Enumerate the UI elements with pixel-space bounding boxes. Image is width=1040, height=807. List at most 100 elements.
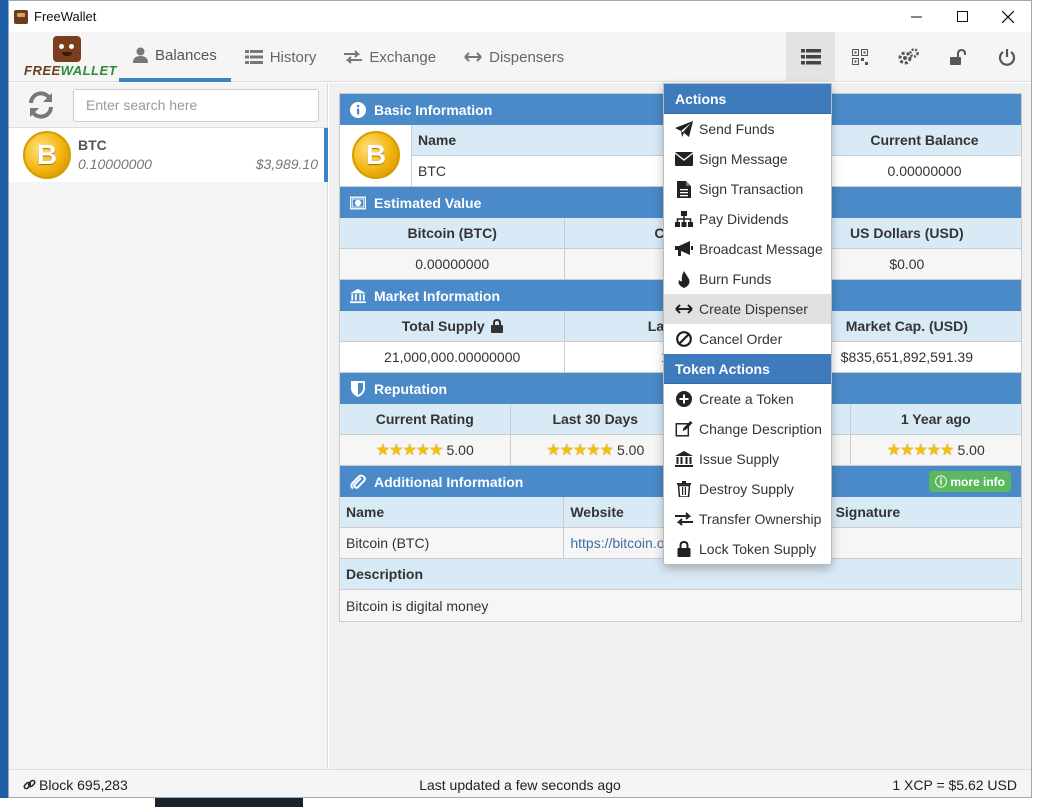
one-year-ago-value: ★★★★★ 5.00 [850,435,1021,466]
search-input[interactable] [73,88,319,122]
power-button[interactable] [982,32,1031,82]
refresh-button[interactable] [9,90,73,120]
minimize-button[interactable] [893,1,939,32]
main-navbar: FREEWALLET Balances History Exchange Dis… [9,32,1031,82]
menu-item-create-dispenser[interactable]: Create Dispenser [664,294,831,324]
bitcoin-btc-header: Bitcoin (BTC) [340,218,566,249]
wallet-app-icon [14,9,28,24]
status-bar: Block 695,283 Last updated a few seconds… [9,769,1031,797]
asset-full-name: Bitcoin (BTC) [340,528,565,559]
app-window: FreeWallet FREEWALLET Balances History E… [8,0,1032,798]
settings-button[interactable] [884,32,933,82]
last-30-days-header: Last 30 Days [510,404,681,435]
last-updated-text: Last updated a few seconds ago [419,776,621,793]
asset-quantity: 0.10000000 [78,156,152,172]
desktop-background [1032,0,1040,807]
bank-icon [350,288,366,303]
navbar-icon-group [786,32,1031,82]
menu-item-cancel-order[interactable]: Cancel Order [664,324,831,354]
refresh-icon [29,91,53,119]
user-icon [133,47,148,63]
btc-value: 0.00000000 [340,249,566,280]
menu-item-send-funds[interactable]: Send Funds [664,114,831,144]
menu-item-transfer-ownership[interactable]: Transfer Ownership [664,504,831,534]
total-supply-value: 21,000,000.00000000 [340,342,566,373]
sidebar: B BTC 0.10000000 $3,989.10 [9,83,328,769]
list-icon [800,49,821,65]
total-supply-header: Total Supply [340,311,566,342]
current-rating-header: Current Rating [340,404,511,435]
asset-name: BTC [78,137,107,153]
desktop-taskbar-fragment [0,798,1040,807]
close-icon [1002,10,1014,23]
actions-header: Actions [664,84,831,114]
description-value: Bitcoin is digital money [340,590,1021,621]
signature-header: Signature [829,497,1021,528]
envelope-icon [674,152,694,166]
power-icon [998,49,1015,66]
token-actions-header: Token Actions [664,354,831,384]
lock-icon [677,541,691,557]
exchange-icon [344,50,363,64]
menu-item-issue-supply[interactable]: Issue Supply [664,444,831,474]
qrcode-icon [851,49,868,65]
wallet-mascot-icon [53,36,81,62]
maximize-icon [956,11,968,22]
current-balance-label: Current Balance [828,125,1021,156]
tab-history[interactable]: History [231,32,331,82]
lock-icon [490,319,503,333]
bitcoin-coin-icon: B [23,131,71,179]
list-icon [244,50,263,64]
name-header: Name [340,497,565,528]
asset-list-item-btc[interactable]: B BTC 0.10000000 $3,989.10 [9,128,328,182]
bullhorn-icon [675,241,693,256]
current-balance-value: 0.00000000 [828,156,1021,187]
fire-icon [678,270,690,288]
freewallet-logo[interactable]: FREEWALLET [9,32,119,82]
plus-circle-icon [676,391,692,407]
tab-balances[interactable]: Balances [119,32,231,82]
paper-plane-icon [675,121,693,137]
menu-item-create-token[interactable]: Create a Token [664,384,831,414]
ban-icon [676,331,692,347]
menu-item-broadcast-message[interactable]: Broadcast Message [664,234,831,264]
menu-item-destroy-supply[interactable]: Destroy Supply [664,474,831,504]
menu-item-sign-transaction[interactable]: Sign Transaction [664,174,831,204]
close-window-button[interactable] [985,1,1031,32]
signature-value [829,528,1021,559]
maximize-button[interactable] [939,1,985,32]
last-30-days-value: ★★★★★ 5.00 [510,435,681,466]
more-info-button[interactable]: ⓘ more info [928,471,1011,492]
gears-icon [898,48,919,65]
minimize-icon [910,16,922,18]
menu-item-change-description[interactable]: Change Description [664,414,831,444]
xcp-price: 1 XCP = $5.62 USD [892,776,1017,793]
tab-exchange[interactable]: Exchange [330,32,450,82]
title-bar: FreeWallet [9,1,1031,32]
asset-value: $3,989.10 [255,156,318,172]
menu-item-sign-message[interactable]: Sign Message [664,144,831,174]
menu-item-burn-funds[interactable]: Burn Funds [664,264,831,294]
lock-wallet-button[interactable] [933,32,982,82]
arrows-h-icon [464,52,482,62]
info-circle-icon [350,101,366,118]
unlock-icon [949,49,966,65]
edit-icon [675,421,693,437]
file-icon [677,180,691,198]
shield-icon [351,380,365,397]
money-icon [350,196,366,209]
exchange-icon [675,512,693,526]
star-rating-icon: ★★★★★ [546,442,614,459]
tab-dispensers[interactable]: Dispensers [450,32,578,82]
current-rating-value: ★★★★★ 5.00 [340,435,511,466]
menu-item-pay-dividends[interactable]: Pay Dividends [664,204,831,234]
star-rating-icon: ★★★★★ [375,442,444,459]
trash-icon [677,481,691,497]
window-title: FreeWallet [34,9,97,24]
qrcode-button[interactable] [835,32,884,82]
menu-item-lock-token-supply[interactable]: Lock Token Supply [664,534,831,564]
paperclip-icon [350,474,366,489]
actions-menu-button[interactable] [786,32,835,82]
arrows-h-icon [675,304,693,314]
bitcoin-coin-icon: B [352,131,400,179]
